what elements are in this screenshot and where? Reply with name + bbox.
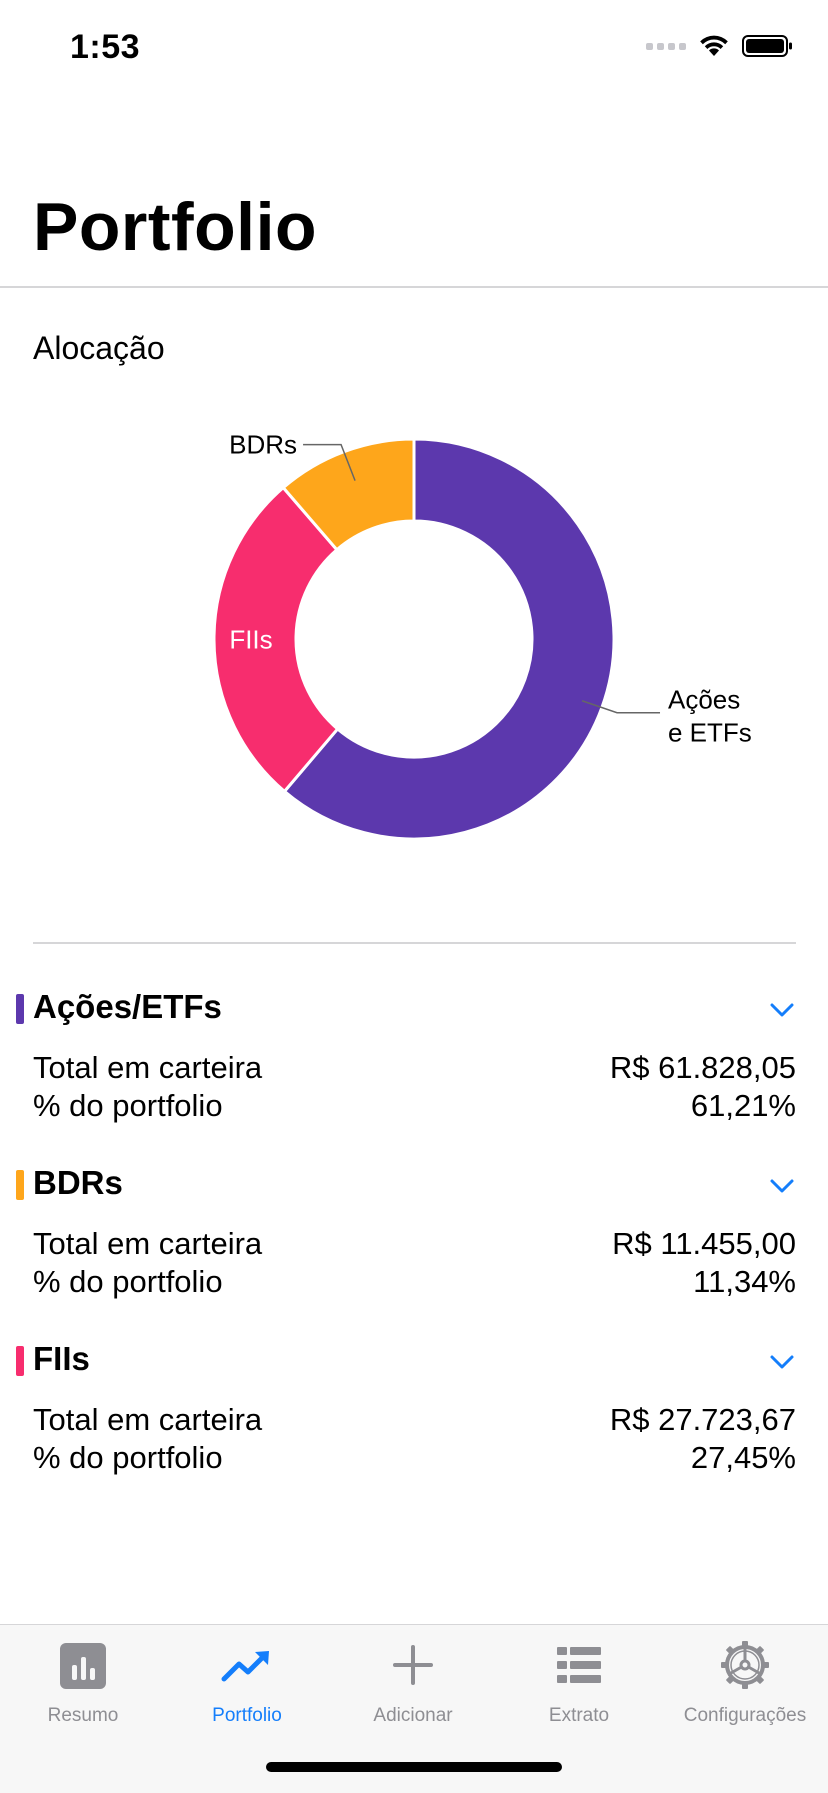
chart-divider bbox=[33, 942, 796, 944]
group-color-bar bbox=[16, 1170, 24, 1200]
title-divider bbox=[0, 286, 828, 288]
group-name: Ações/ETFs bbox=[33, 988, 222, 1025]
cellular-signal-icon bbox=[646, 42, 686, 50]
chevron-down-icon[interactable] bbox=[766, 994, 798, 1026]
group-header[interactable]: FIIs bbox=[0, 1338, 828, 1386]
wifi-icon bbox=[700, 35, 728, 56]
tab-label: Resumo bbox=[47, 1705, 119, 1726]
donut-chart: Ações e ETFs FIIs BDRs bbox=[212, 430, 752, 841]
total-label: Total em carteira bbox=[33, 1050, 263, 1085]
percent-label: % do portfolio bbox=[33, 1440, 223, 1475]
tab-resumo[interactable]: Resumo bbox=[0, 1639, 166, 1749]
status-bar: 1:53 bbox=[0, 0, 828, 100]
percent-value: 27,45% bbox=[690, 1440, 796, 1475]
status-time: 1:53 bbox=[70, 28, 141, 66]
tab-label: Extrato bbox=[548, 1705, 610, 1726]
total-value: R$ 27.723,67 bbox=[609, 1402, 796, 1437]
home-indicator bbox=[266, 1762, 562, 1772]
percent-label: % do portfolio bbox=[33, 1088, 223, 1123]
percent-value: 61,21% bbox=[690, 1088, 796, 1123]
tab-label: Portfolio bbox=[212, 1705, 282, 1726]
allocation-chart: Ações e ETFs FIIs BDRs bbox=[0, 380, 828, 900]
tab-extrato[interactable]: Extrato bbox=[496, 1639, 662, 1749]
plus-icon bbox=[393, 1645, 433, 1685]
total-value: R$ 61.828,05 bbox=[609, 1050, 796, 1085]
chevron-down-icon[interactable] bbox=[766, 1346, 798, 1378]
total-value: R$ 11.455,00 bbox=[612, 1226, 796, 1261]
slice-label-acoes: Ações e ETFs bbox=[668, 685, 752, 748]
list-icon bbox=[557, 1647, 601, 1683]
page-title: Portfolio bbox=[33, 189, 318, 265]
slice-label-fiis: FIIs bbox=[229, 625, 272, 655]
trend-up-icon bbox=[221, 1651, 269, 1682]
percent-label: % do portfolio bbox=[33, 1264, 223, 1299]
total-label: Total em carteira bbox=[33, 1402, 263, 1437]
group-header[interactable]: Ações/ETFs bbox=[0, 986, 828, 1034]
group-header[interactable]: BDRs bbox=[0, 1162, 828, 1210]
tab-adicionar[interactable]: Adicionar bbox=[330, 1639, 496, 1749]
battery-icon bbox=[742, 35, 792, 57]
total-label: Total em carteira bbox=[33, 1226, 263, 1261]
tab-configuracoes[interactable]: Configurações bbox=[662, 1639, 828, 1749]
chart-bar-icon bbox=[60, 1643, 106, 1689]
group-bdrs: BDRs Total em carteira R$ 11.455,00 % do… bbox=[0, 1162, 828, 1299]
group-name: BDRs bbox=[33, 1164, 123, 1201]
percent-value: 11,34% bbox=[693, 1264, 796, 1299]
tab-label: Adicionar bbox=[373, 1705, 453, 1726]
tab-label: Configurações bbox=[683, 1705, 807, 1726]
chevron-down-icon[interactable] bbox=[766, 1170, 798, 1202]
tab-portfolio[interactable]: Portfolio bbox=[164, 1639, 330, 1749]
group-name: FIIs bbox=[33, 1340, 90, 1377]
status-indicators bbox=[646, 34, 794, 58]
gear-icon bbox=[721, 1641, 769, 1689]
group-color-bar bbox=[16, 1346, 24, 1376]
group-color-bar bbox=[16, 994, 24, 1024]
group-fiis: FIIs Total em carteira R$ 27.723,67 % do… bbox=[0, 1338, 828, 1475]
allocation-title: Alocação bbox=[33, 330, 165, 366]
slice-label-bdrs: BDRs bbox=[229, 430, 297, 460]
group-acoes-etfs: Ações/ETFs Total em carteira R$ 61.828,0… bbox=[0, 986, 828, 1123]
